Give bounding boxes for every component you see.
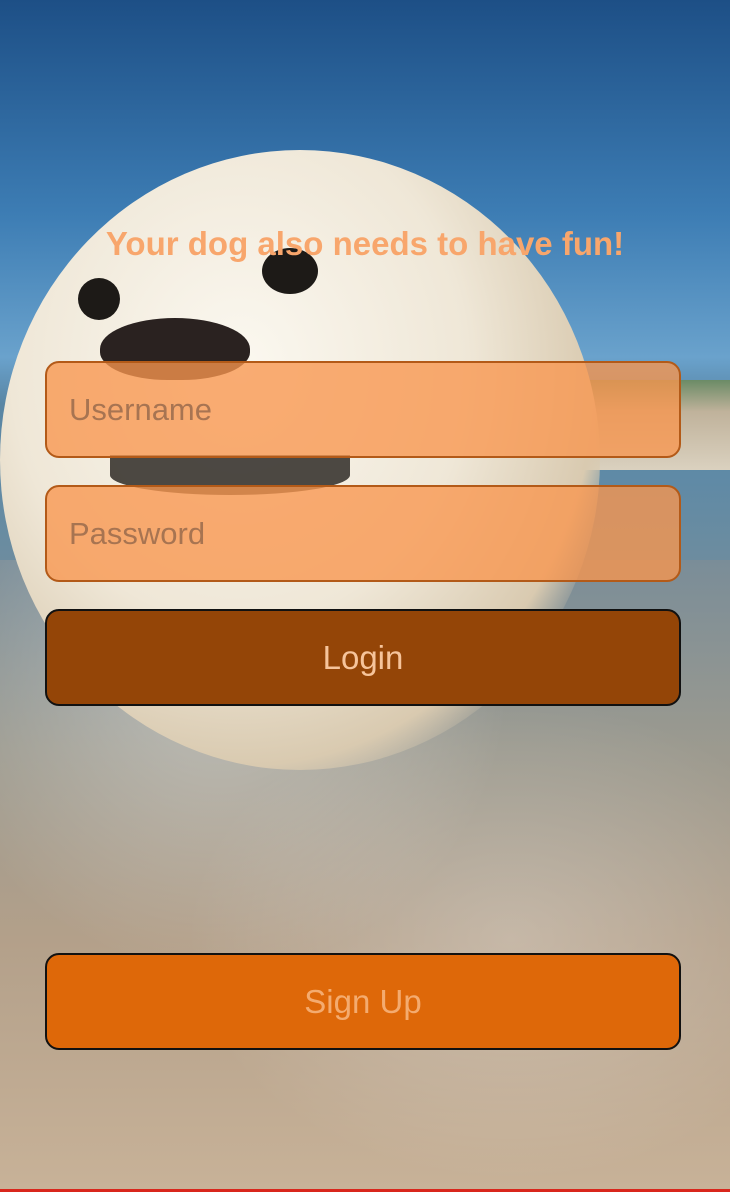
password-placeholder: Password	[69, 515, 206, 551]
background-dog-eye	[78, 278, 120, 320]
username-placeholder: Username	[69, 391, 212, 427]
password-field[interactable]: Password	[45, 485, 681, 582]
sign-up-button[interactable]: Sign Up	[45, 953, 681, 1050]
username-field[interactable]: Username	[45, 361, 681, 458]
sign-up-button-label: Sign Up	[304, 982, 422, 1020]
tagline: Your dog also needs to have fun!	[105, 225, 625, 262]
login-button[interactable]: Login	[45, 609, 681, 706]
login-screen: Your dog also needs to have fun! Usernam…	[0, 0, 730, 1192]
login-button-label: Login	[322, 638, 404, 676]
